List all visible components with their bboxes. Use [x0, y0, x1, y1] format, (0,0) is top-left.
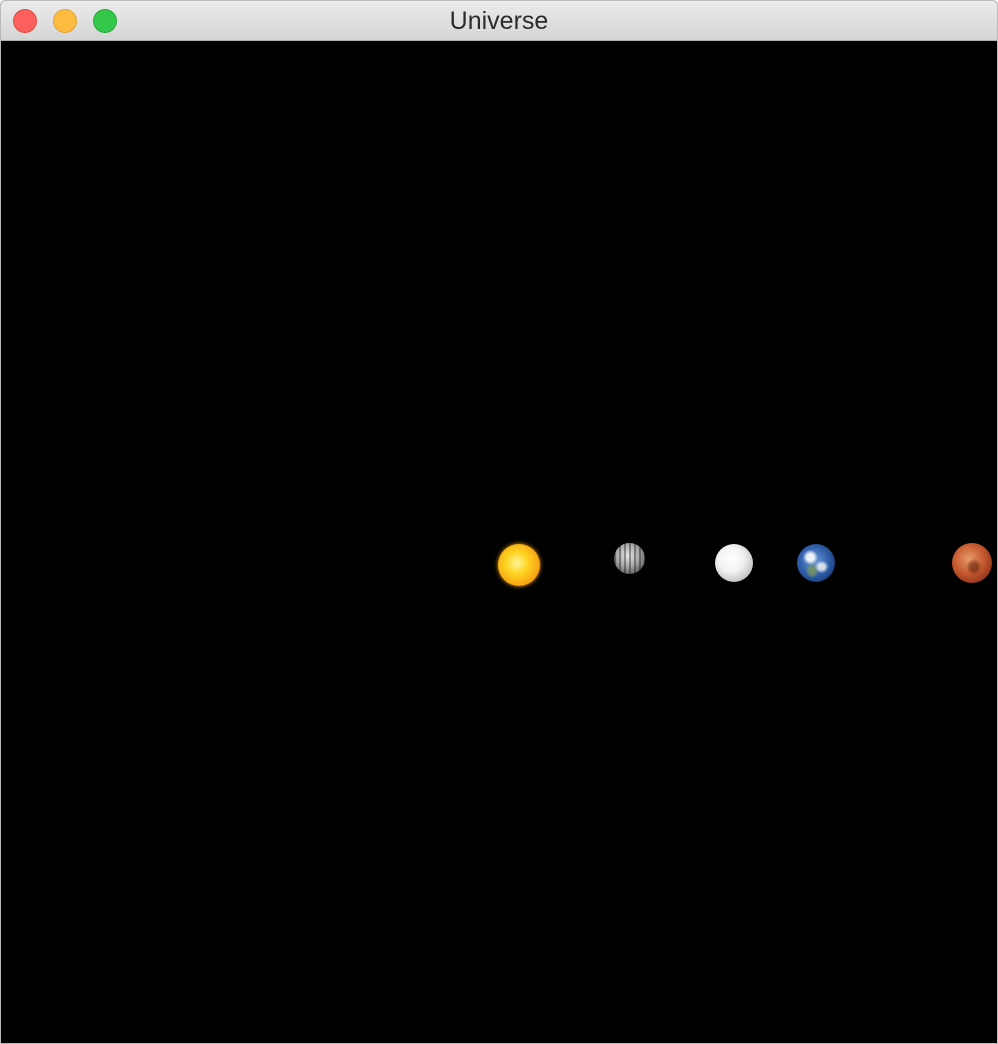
sun-icon	[498, 544, 540, 586]
window-title: Universe	[449, 7, 549, 35]
universe-window: Universe	[0, 0, 998, 1044]
mars-icon	[952, 543, 992, 583]
earth-icon	[797, 544, 835, 582]
universe-canvas	[1, 41, 997, 1043]
title-bar[interactable]: Universe	[1, 1, 997, 41]
venus-icon	[715, 544, 753, 582]
mercury-icon	[614, 543, 645, 574]
